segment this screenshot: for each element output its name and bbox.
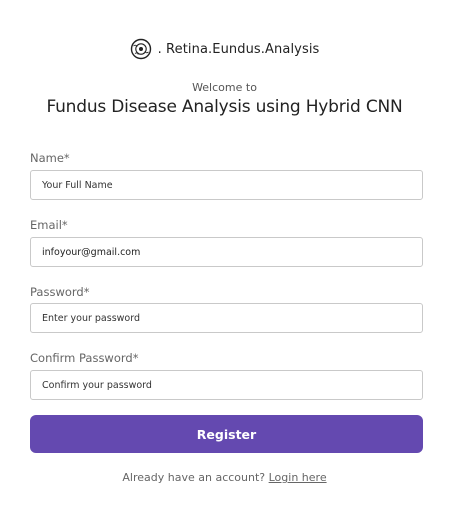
email-label: Email* [30, 218, 68, 232]
register-page: . Retina.Eundus.Analysis Welcome to Fund… [0, 0, 449, 512]
email-input[interactable] [30, 237, 423, 267]
brand-name: . Retina.Eundus.Analysis [157, 41, 320, 57]
confirm-password-input[interactable] [30, 370, 423, 400]
password-input[interactable] [30, 303, 423, 333]
name-label: Name* [30, 151, 70, 165]
brand-header: . Retina.Eundus.Analysis [0, 38, 449, 60]
login-prompt-text: Already have an account? [122, 471, 269, 484]
password-label: Password* [30, 285, 90, 299]
register-button[interactable]: Register [30, 415, 423, 453]
name-input[interactable] [30, 170, 423, 200]
login-link[interactable]: Login here [269, 471, 327, 484]
welcome-text: Welcome to [192, 81, 257, 94]
eye-icon [130, 38, 152, 60]
page-title: Fundus Disease Analysis using Hybrid CNN [46, 97, 403, 117]
confirm-password-label: Confirm Password* [30, 351, 139, 365]
login-prompt-row: Already have an account? Login here [0, 471, 449, 484]
